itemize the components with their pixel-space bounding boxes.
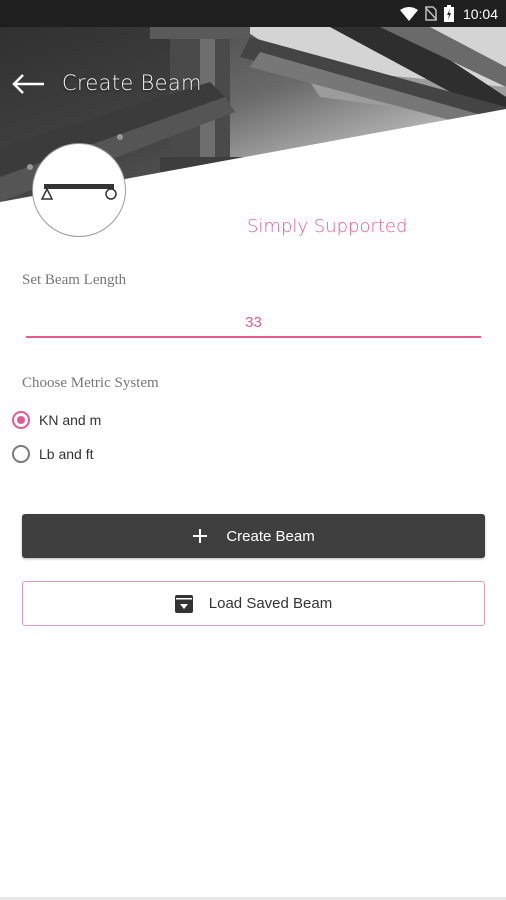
- archive-download-icon: [174, 594, 193, 613]
- simply-supported-beam-icon: [40, 184, 117, 200]
- arrow-left-icon: [12, 74, 44, 94]
- page-title: Create Beam: [62, 71, 202, 95]
- radio-unchecked-icon[interactable]: [12, 445, 30, 463]
- create-beam-label: Create Beam: [226, 527, 315, 545]
- metric-system-label: Choose Metric System: [22, 375, 159, 391]
- no-sim-icon: [424, 6, 437, 21]
- status-time: 10:04: [462, 5, 498, 22]
- status-icons: 10:04: [399, 0, 498, 27]
- wifi-icon: [399, 6, 418, 21]
- radio-kn-m[interactable]: KN and m: [12, 408, 101, 432]
- radio-lb-ft-label: Lb and ft: [39, 446, 94, 462]
- load-saved-beam-button[interactable]: Load Saved Beam: [22, 581, 485, 626]
- beam-length-label: Set Beam Length: [22, 272, 127, 288]
- beam-diagram[interactable]: [32, 143, 126, 237]
- create-beam-button[interactable]: Create Beam: [22, 514, 485, 558]
- back-button[interactable]: [6, 65, 50, 103]
- battery-icon: [443, 5, 454, 22]
- load-saved-beam-label: Load Saved Beam: [208, 595, 333, 612]
- radio-lb-ft[interactable]: Lb and ft: [12, 442, 94, 466]
- beam-type-label: Simply Supported: [247, 216, 408, 237]
- radio-checked-icon[interactable]: [12, 411, 30, 429]
- radio-kn-m-label: KN and m: [39, 412, 102, 428]
- status-bar: 10:04: [0, 0, 506, 27]
- plus-icon: [193, 529, 208, 543]
- beam-length-input[interactable]: [26, 308, 481, 338]
